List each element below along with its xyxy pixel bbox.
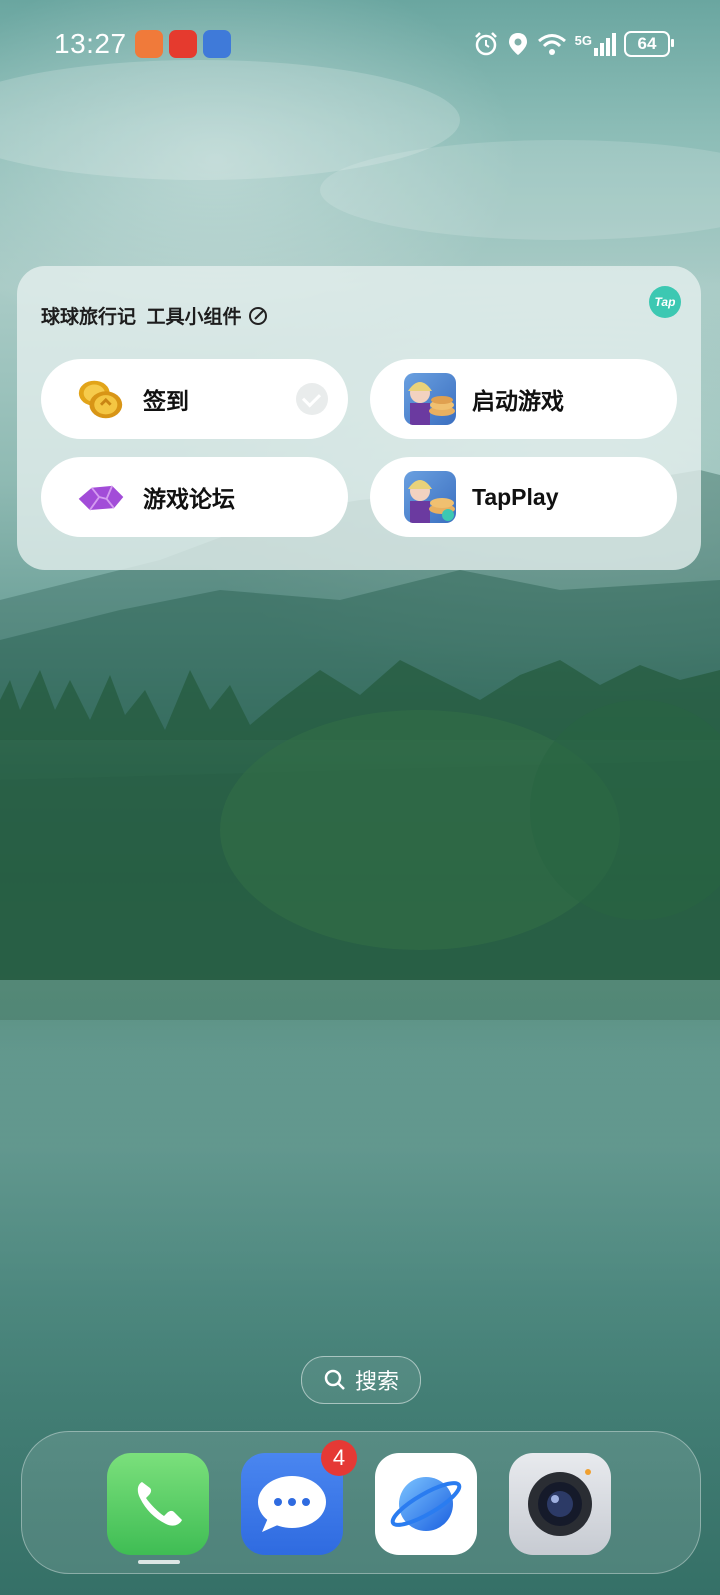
edit-icon[interactable] bbox=[248, 306, 268, 326]
weather-icon bbox=[202, 30, 231, 58]
camera-icon bbox=[528, 1469, 592, 1536]
message-icon bbox=[258, 1476, 326, 1532]
game-forum-label: 游戏论坛 bbox=[143, 486, 235, 512]
gold-coins-icon bbox=[75, 373, 127, 425]
battery-indicator: 64 bbox=[624, 31, 674, 57]
location-icon bbox=[508, 33, 527, 55]
status-bar: 13:27 5G 64 bbox=[54, 26, 674, 62]
browser-app[interactable] bbox=[375, 1453, 477, 1555]
launch-game-button[interactable]: 启动游戏 bbox=[370, 359, 677, 439]
search-icon bbox=[324, 1369, 345, 1390]
sign-in-button[interactable]: 签到 bbox=[41, 359, 348, 439]
checked-icon bbox=[296, 383, 328, 415]
widget-title[interactable]: 球球旅行记 工具小组件 bbox=[41, 302, 268, 329]
app-indicator bbox=[138, 1560, 180, 1564]
game-character-icon bbox=[404, 471, 456, 523]
tapplay-button[interactable]: TapPlay bbox=[370, 457, 677, 537]
health-app-icon bbox=[134, 30, 163, 58]
phone-app[interactable] bbox=[107, 1453, 209, 1555]
game-character-icon bbox=[404, 373, 456, 425]
notification-icons bbox=[134, 30, 231, 58]
camera-app[interactable] bbox=[509, 1453, 611, 1555]
launch-game-label: 启动游戏 bbox=[472, 388, 564, 414]
5g-signal-icon: 5G bbox=[575, 32, 616, 56]
sign-in-label: 签到 bbox=[143, 388, 189, 414]
game-forum-button[interactable]: 游戏论坛 bbox=[41, 457, 348, 537]
system-icons: 5G 64 bbox=[473, 31, 674, 57]
alarm-icon bbox=[474, 32, 497, 56]
unread-badge: 4 bbox=[321, 1440, 357, 1476]
lucky-app-icon bbox=[168, 30, 197, 58]
game-tool-widget: 球球旅行记 工具小组件 Tap 签到 启动游戏 游戏论坛 TapPlay bbox=[17, 266, 701, 570]
tap-logo: Tap bbox=[649, 286, 681, 318]
tapplay-label: TapPlay bbox=[472, 483, 559, 510]
clock: 13:27 bbox=[54, 28, 127, 59]
forest bbox=[0, 660, 720, 1020]
purple-gem-icon bbox=[75, 471, 127, 523]
search-button[interactable]: 搜索 bbox=[301, 1356, 421, 1404]
planet-icon bbox=[390, 1477, 462, 1531]
search-label: 搜索 bbox=[354, 1369, 399, 1394]
phone-icon bbox=[137, 1482, 182, 1526]
wifi-icon bbox=[537, 34, 566, 55]
